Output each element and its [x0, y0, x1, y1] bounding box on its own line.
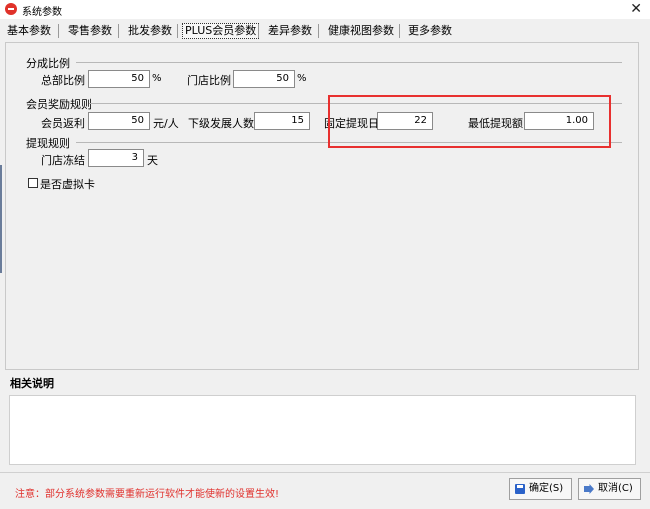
hq-ratio-unit: % — [152, 73, 162, 84]
virtual-card-checkbox[interactable] — [28, 178, 38, 188]
member-rebate-label: 会员返利 — [41, 117, 85, 130]
close-icon[interactable]: ✕ — [630, 0, 642, 19]
description-box — [9, 395, 636, 465]
tab-wholesale[interactable]: 批发参数 — [126, 23, 174, 39]
store-ratio-unit: % — [297, 73, 307, 84]
description-title: 相关说明 — [10, 377, 54, 390]
footer-divider — [0, 472, 650, 473]
cancel-button[interactable]: 取消(C) — [578, 478, 641, 500]
ok-button[interactable]: 确定(S) — [509, 478, 572, 500]
highlight-box — [328, 95, 611, 148]
member-rebate-unit: 元/人 — [153, 117, 179, 130]
group-title-reward: 会员奖励规则 — [26, 98, 92, 111]
sub-members-label: 下级发展人数 — [188, 117, 254, 130]
exit-icon — [584, 484, 594, 494]
hq-ratio-input[interactable]: 50 — [88, 70, 150, 88]
store-freeze-input[interactable]: 3 — [88, 149, 144, 167]
tab-separator — [258, 24, 259, 38]
tab-separator — [177, 24, 178, 38]
ok-button-label: 确定(S) — [529, 483, 564, 494]
restart-notice: 注意：部分系统参数需要重新运行软件才能使新的设置生效! — [15, 489, 280, 500]
save-icon — [515, 484, 525, 494]
tab-basic[interactable]: 基本参数 — [5, 23, 53, 39]
tab-retail[interactable]: 零售参数 — [66, 23, 114, 39]
settings-panel: 分成比例 总部比例 50 % 门店比例 50 % 会员奖励规则 会员返利 50 … — [5, 42, 639, 370]
tab-separator — [318, 24, 319, 38]
title-bar: 系统参数 ✕ — [0, 0, 650, 19]
window-title: 系统参数 — [22, 7, 62, 18]
tab-bar: 基本参数 零售参数 批发参数 PLUS会员参数 差异参数 健康视图参数 更多参数 — [0, 19, 650, 43]
tab-difference[interactable]: 差异参数 — [266, 23, 314, 39]
sub-members-input[interactable]: 15 — [254, 112, 310, 130]
group-title-withdraw: 提现规则 — [26, 137, 70, 150]
store-freeze-unit: 天 — [147, 154, 158, 167]
store-freeze-label: 门店冻结 — [41, 154, 85, 167]
group-divider — [76, 62, 622, 63]
tab-health-view[interactable]: 健康视图参数 — [326, 23, 396, 39]
hq-ratio-label: 总部比例 — [41, 74, 85, 87]
store-ratio-label: 门店比例 — [187, 74, 231, 87]
tab-separator — [399, 24, 400, 38]
tab-separator — [58, 24, 59, 38]
store-ratio-input[interactable]: 50 — [233, 70, 295, 88]
virtual-card-label[interactable]: 是否虚拟卡 — [40, 176, 95, 192]
app-logo-icon — [5, 3, 17, 15]
window-edge-artifact — [0, 165, 2, 273]
group-title-split: 分成比例 — [26, 57, 70, 70]
member-rebate-input[interactable]: 50 — [88, 112, 150, 130]
tab-plus-member[interactable]: PLUS会员参数 — [182, 23, 260, 39]
cancel-button-label: 取消(C) — [598, 483, 633, 494]
tab-more[interactable]: 更多参数 — [406, 23, 454, 39]
tab-separator — [118, 24, 119, 38]
